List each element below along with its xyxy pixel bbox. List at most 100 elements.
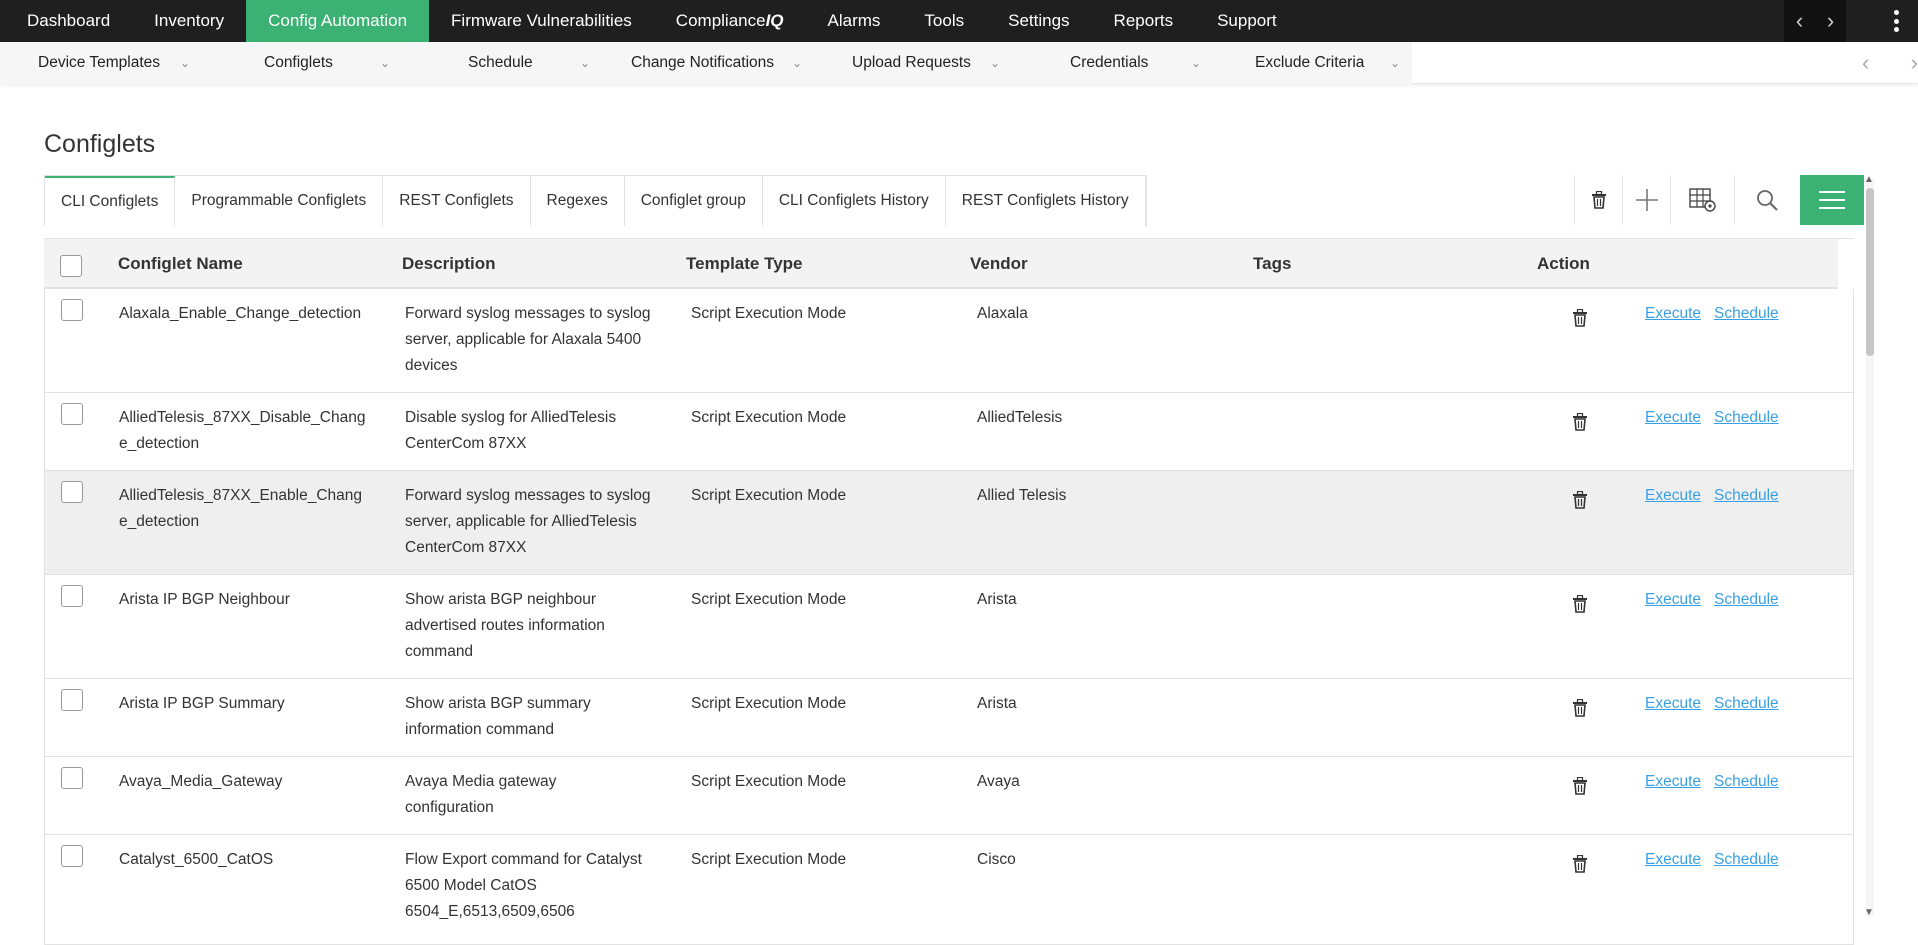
table-body: Alaxala_Enable_Change_detection Forward s… bbox=[44, 289, 1854, 945]
execute-link[interactable]: Execute bbox=[1645, 301, 1701, 327]
add-icon[interactable] bbox=[1622, 175, 1670, 225]
subnav-schedule[interactable]: Schedule bbox=[468, 42, 533, 84]
schedule-link[interactable]: Schedule bbox=[1714, 587, 1779, 613]
row-checkbox[interactable] bbox=[61, 767, 83, 789]
column-header-template-type[interactable]: Template Type bbox=[686, 254, 803, 274]
configlet-name-cell: Avaya_Media_Gateway bbox=[119, 769, 282, 795]
description-cell: Show arista BGP neighbour advertised rout… bbox=[405, 587, 605, 665]
schedule-link[interactable]: Schedule bbox=[1714, 483, 1779, 509]
tab-programmable-configlets[interactable]: Programmable Configlets bbox=[175, 176, 384, 226]
schedule-link[interactable]: Schedule bbox=[1714, 769, 1779, 795]
subnav-credentials[interactable]: Credentials bbox=[1070, 42, 1148, 84]
execute-link[interactable]: Execute bbox=[1645, 587, 1701, 613]
column-header-vendor[interactable]: Vendor bbox=[970, 254, 1028, 274]
search-icon[interactable] bbox=[1734, 175, 1798, 225]
nav-tools[interactable]: Tools bbox=[902, 0, 986, 42]
description-line: server, applicable for Alaxala 5400 bbox=[405, 331, 642, 348]
chevron-down-icon[interactable]: ⌄ bbox=[380, 56, 390, 70]
row-checkbox[interactable] bbox=[61, 481, 83, 503]
tab-cli-configlets-history[interactable]: CLI Configlets History bbox=[763, 176, 946, 226]
column-header-action: Action bbox=[1537, 254, 1590, 273]
schedule-link[interactable]: Schedule bbox=[1714, 847, 1779, 873]
chevron-down-icon[interactable]: ⌄ bbox=[792, 56, 802, 70]
chevron-right-icon[interactable]: › bbox=[1827, 8, 1834, 34]
chevron-left-icon[interactable]: ‹ bbox=[1862, 50, 1869, 76]
subnav-device-templates[interactable]: Device Templates bbox=[38, 42, 160, 84]
subnav-exclude-criteria[interactable]: Exclude Criteria bbox=[1255, 42, 1364, 84]
nav-alarms[interactable]: Alarms bbox=[806, 0, 903, 42]
table-row[interactable]: Catalyst_6500_CatOS Flow Export command f… bbox=[44, 835, 1854, 945]
trash-icon[interactable] bbox=[1574, 175, 1622, 225]
tab-rest-configlets-history[interactable]: REST Configlets History bbox=[946, 176, 1146, 226]
trash-icon[interactable] bbox=[1572, 854, 1590, 875]
subnav-configlets[interactable]: Configlets bbox=[264, 42, 333, 84]
nav-reports[interactable]: Reports bbox=[1092, 0, 1196, 42]
scroll-up-icon[interactable]: ▲ bbox=[1864, 174, 1874, 185]
chevron-down-icon[interactable]: ⌄ bbox=[180, 56, 190, 70]
trash-icon[interactable] bbox=[1572, 698, 1590, 719]
tab-cli-configlets[interactable]: CLI Configlets bbox=[45, 176, 176, 226]
table-row[interactable]: AlliedTelesis_87XX_Enable_Chang e_detecti… bbox=[44, 471, 1854, 575]
execute-link[interactable]: Execute bbox=[1645, 483, 1701, 509]
row-checkbox[interactable] bbox=[61, 299, 83, 321]
row-checkbox[interactable] bbox=[61, 845, 83, 867]
trash-icon[interactable] bbox=[1572, 490, 1590, 511]
table-row[interactable]: Avaya_Media_Gateway Avaya Media gateway co… bbox=[44, 757, 1854, 835]
vendor-cell: Arista bbox=[977, 591, 1017, 608]
schedule-link[interactable]: Schedule bbox=[1714, 405, 1779, 431]
column-header-description[interactable]: Description bbox=[402, 254, 496, 274]
nav-inventory[interactable]: Inventory bbox=[132, 0, 246, 42]
tab-regexes[interactable]: Regexes bbox=[531, 176, 625, 226]
chevron-right-icon[interactable]: › bbox=[1911, 50, 1918, 76]
nav-support[interactable]: Support bbox=[1195, 0, 1299, 42]
execute-link[interactable]: Execute bbox=[1645, 691, 1701, 717]
table-settings-icon[interactable] bbox=[1670, 175, 1734, 225]
chevron-down-icon[interactable]: ⌄ bbox=[580, 56, 590, 70]
description-cell: Show arista BGP summary information comma… bbox=[405, 691, 591, 743]
chevron-down-icon[interactable]: ⌄ bbox=[990, 56, 1000, 70]
hamburger-menu-icon[interactable] bbox=[1800, 175, 1864, 225]
trash-icon[interactable] bbox=[1572, 412, 1590, 433]
tab-configlet-group[interactable]: Configlet group bbox=[625, 176, 763, 226]
subnav-upload-requests[interactable]: Upload Requests bbox=[852, 42, 971, 84]
tab-rest-configlets[interactable]: REST Configlets bbox=[383, 176, 531, 226]
configlet-name-line: Avaya_Media_Gateway bbox=[119, 773, 283, 790]
table-row[interactable]: AlliedTelesis_87XX_Disable_Chang e_detect… bbox=[44, 393, 1854, 471]
execute-link[interactable]: Execute bbox=[1645, 847, 1701, 873]
select-all-checkbox[interactable] bbox=[60, 255, 82, 277]
subnav-change-notifications[interactable]: Change Notifications bbox=[631, 42, 774, 84]
configlet-name-line: Alaxala_Enable_Change_detection bbox=[119, 305, 362, 322]
nav-compliance-iq[interactable]: Compliance IQ bbox=[654, 0, 806, 42]
table-row[interactable]: Alaxala_Enable_Change_detection Forward s… bbox=[44, 289, 1854, 393]
column-header-name[interactable]: Configlet Name bbox=[118, 254, 243, 274]
row-checkbox[interactable] bbox=[61, 403, 83, 425]
column-header-tags[interactable]: Tags bbox=[1253, 254, 1291, 274]
trash-icon[interactable] bbox=[1572, 308, 1590, 329]
nav-settings[interactable]: Settings bbox=[986, 0, 1091, 42]
nav-config-automation[interactable]: Config Automation bbox=[246, 0, 430, 42]
configlet-name-line: AlliedTelesis_87XX_Disable_Chang bbox=[119, 409, 366, 426]
description-line: 6504_E,6513,6509,6506 bbox=[405, 903, 575, 920]
vendor-cell: Arista bbox=[977, 695, 1017, 712]
trash-icon[interactable] bbox=[1572, 594, 1590, 615]
description-cell: Disable syslog for AlliedTelesis CenterCo… bbox=[405, 405, 616, 457]
table-row[interactable]: Arista IP BGP Neighbour Show arista BGP n… bbox=[44, 575, 1854, 679]
chevron-left-icon[interactable]: ‹ bbox=[1796, 8, 1803, 34]
template-type-cell: Script Execution Mode bbox=[691, 409, 847, 426]
kebab-menu-icon[interactable] bbox=[1894, 10, 1902, 32]
chevron-down-icon[interactable]: ⌄ bbox=[1390, 56, 1400, 70]
row-checkbox[interactable] bbox=[61, 585, 83, 607]
nav-dashboard[interactable]: Dashboard bbox=[0, 0, 132, 42]
schedule-link[interactable]: Schedule bbox=[1714, 301, 1779, 327]
scrollbar-thumb[interactable] bbox=[1866, 188, 1874, 356]
schedule-link[interactable]: Schedule bbox=[1714, 691, 1779, 717]
table-row[interactable]: Arista IP BGP Summary Show arista BGP sum… bbox=[44, 679, 1854, 757]
chevron-down-icon[interactable]: ⌄ bbox=[1191, 56, 1201, 70]
row-checkbox[interactable] bbox=[61, 689, 83, 711]
trash-icon[interactable] bbox=[1572, 776, 1590, 797]
configlet-tabs: CLI Configlets Programmable Configlets R… bbox=[44, 175, 1147, 226]
nav-firmware-vulnerabilities[interactable]: Firmware Vulnerabilities bbox=[429, 0, 654, 42]
scroll-down-icon[interactable]: ▼ bbox=[1864, 907, 1874, 918]
execute-link[interactable]: Execute bbox=[1645, 405, 1701, 431]
execute-link[interactable]: Execute bbox=[1645, 769, 1701, 795]
